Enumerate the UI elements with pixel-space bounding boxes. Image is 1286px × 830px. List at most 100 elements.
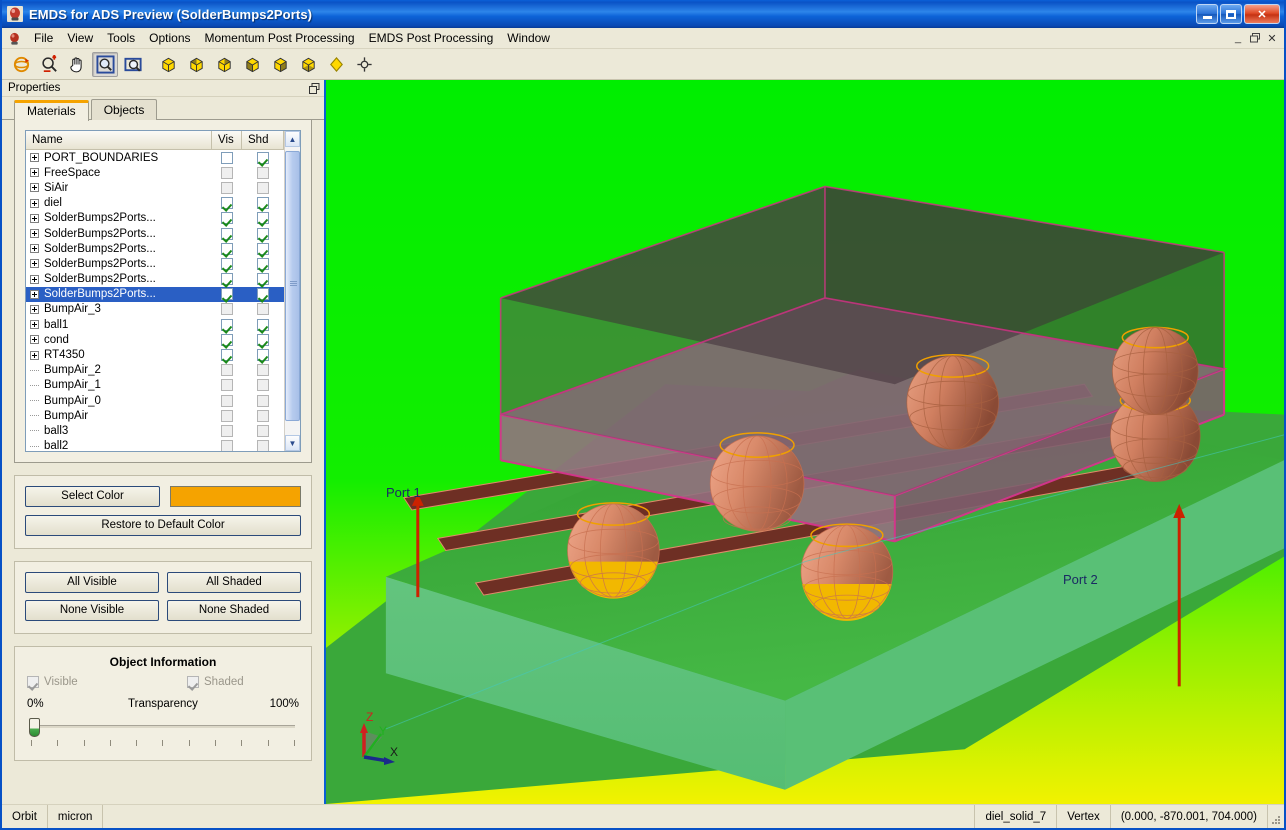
row-checkbox[interactable] [257,334,269,346]
expand-plus-icon[interactable] [30,275,39,284]
row-vis-cell[interactable] [212,349,242,361]
mdi-minimize-icon[interactable]: _ [1230,31,1246,45]
row-shd-cell[interactable] [242,440,284,451]
row-vis-cell[interactable] [212,410,242,422]
table-row[interactable]: SolderBumps2Ports... [26,287,284,302]
menu-item-options[interactable]: Options [142,29,197,47]
row-name-cell[interactable]: PORT_BOUNDARIES [26,152,212,164]
zoom-icon[interactable] [36,52,62,77]
scrollbar-thumb[interactable] [285,151,300,421]
row-shd-cell[interactable] [242,364,284,376]
row-checkbox[interactable] [221,167,233,179]
expand-plus-icon[interactable] [30,335,39,344]
view-left-icon[interactable] [239,52,265,77]
row-name-cell[interactable]: BumpAir [26,410,212,422]
tab-objects[interactable]: Objects [91,99,158,120]
table-row[interactable]: SolderBumps2Ports... [26,256,284,271]
transparency-slider-thumb[interactable] [29,718,40,737]
table-row[interactable]: PORT_BOUNDARIES [26,150,284,165]
restore-default-color-button[interactable]: Restore to Default Color [25,515,301,536]
table-row[interactable]: BumpAir_0 [26,393,284,408]
row-checkbox[interactable] [221,395,233,407]
row-shd-cell[interactable] [242,410,284,422]
expand-plus-icon[interactable] [30,229,39,238]
row-shd-cell[interactable] [242,425,284,437]
none-visible-button[interactable]: None Visible [25,600,159,621]
row-checkbox[interactable] [221,303,233,315]
menu-item-window[interactable]: Window [500,29,557,47]
expand-plus-icon[interactable] [30,244,39,253]
row-checkbox[interactable] [257,182,269,194]
row-vis-cell[interactable] [212,288,242,300]
row-shd-cell[interactable] [242,395,284,407]
row-name-cell[interactable]: diel [26,197,212,209]
row-checkbox[interactable] [221,379,233,391]
menu-item-view[interactable]: View [60,29,100,47]
row-checkbox[interactable] [221,319,233,331]
row-checkbox[interactable] [257,152,269,164]
expand-plus-icon[interactable] [30,183,39,192]
float-panel-icon[interactable] [308,82,320,94]
row-vis-cell[interactable] [212,395,242,407]
row-shd-cell[interactable] [242,288,284,300]
expand-plus-icon[interactable] [30,351,39,360]
tab-materials[interactable]: Materials [14,100,89,121]
row-checkbox[interactable] [221,197,233,209]
table-row[interactable]: SolderBumps2Ports... [26,211,284,226]
table-row[interactable]: SiAir [26,180,284,195]
all-visible-button[interactable]: All Visible [25,572,159,593]
table-row[interactable]: ball3 [26,423,284,438]
row-shd-cell[interactable] [242,379,284,391]
transparency-slider[interactable] [27,716,299,746]
view-top-icon[interactable] [295,52,321,77]
3d-viewport[interactable]: Port 1 Port 2 Z Y X [326,80,1284,804]
row-vis-cell[interactable] [212,319,242,331]
row-checkbox[interactable] [221,212,233,224]
expand-plus-icon[interactable] [30,153,39,162]
row-vis-cell[interactable] [212,228,242,240]
row-name-cell[interactable]: SolderBumps2Ports... [26,288,212,300]
row-name-cell[interactable]: BumpAir_0 [26,395,212,407]
view-back-icon[interactable] [211,52,237,77]
row-name-cell[interactable]: SolderBumps2Ports... [26,243,212,255]
row-name-cell[interactable]: FreeSpace [26,167,212,179]
row-vis-cell[interactable] [212,182,242,194]
row-vis-cell[interactable] [212,152,242,164]
table-row[interactable]: FreeSpace [26,165,284,180]
menu-item-momentum-post-processing[interactable]: Momentum Post Processing [198,29,362,47]
view-corner-icon[interactable] [155,52,181,77]
row-shd-cell[interactable] [242,349,284,361]
row-vis-cell[interactable] [212,197,242,209]
row-name-cell[interactable]: SolderBumps2Ports... [26,228,212,240]
row-vis-cell[interactable] [212,440,242,451]
row-checkbox[interactable] [221,425,233,437]
pan-hand-icon[interactable] [64,52,90,77]
row-shd-cell[interactable] [242,334,284,346]
table-row[interactable]: BumpAir_3 [26,302,284,317]
row-vis-cell[interactable] [212,167,242,179]
row-checkbox[interactable] [257,410,269,422]
menu-item-file[interactable]: File [27,29,60,47]
row-checkbox[interactable] [221,349,233,361]
row-name-cell[interactable]: SolderBumps2Ports... [26,212,212,224]
row-shd-cell[interactable] [242,228,284,240]
row-checkbox[interactable] [257,440,269,451]
none-shaded-button[interactable]: None Shaded [167,600,301,621]
column-header-name[interactable]: Name [26,131,212,149]
crosshair-icon[interactable] [351,52,377,77]
table-row[interactable]: cond [26,332,284,347]
row-name-cell[interactable]: ball1 [26,319,212,331]
view-right-icon[interactable] [267,52,293,77]
row-checkbox[interactable] [257,228,269,240]
row-checkbox[interactable] [257,395,269,407]
mdi-close-icon[interactable]: ✕ [1264,31,1280,45]
expand-plus-icon[interactable] [30,168,39,177]
row-name-cell[interactable]: BumpAir_2 [26,364,212,376]
row-vis-cell[interactable] [212,243,242,255]
row-checkbox[interactable] [257,425,269,437]
materials-list-rows[interactable]: PORT_BOUNDARIES FreeSpaceSiAir diel SolderB… [26,150,284,451]
row-shd-cell[interactable] [242,273,284,285]
row-checkbox[interactable] [257,243,269,255]
maximize-button[interactable] [1220,4,1242,24]
row-checkbox[interactable] [257,273,269,285]
